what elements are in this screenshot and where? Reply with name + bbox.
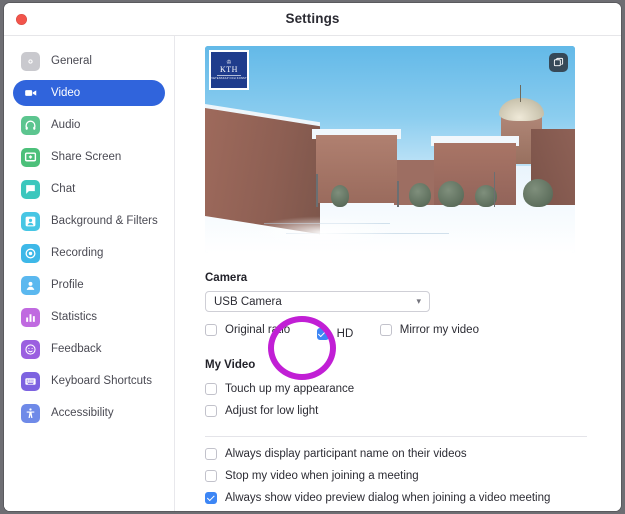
adjust-low-light-checkbox[interactable] [205,405,217,417]
sidebar-item-statistics[interactable]: Statistics [13,304,165,330]
smiley-icon [21,339,40,359]
share-screen-icon [21,147,40,167]
sidebar-item-label: Keyboard Shortcuts [51,375,153,387]
hd-label: HD [336,328,354,340]
center-building [316,135,398,204]
original-ratio-option[interactable]: Original ratio [205,319,290,341]
stop-video-joining-option[interactable]: Stop my video when joining a meeting [205,465,621,487]
sidebar-item-accessibility[interactable]: Accessibility [13,400,165,426]
display-participant-name-option[interactable]: Always display participant name on their… [205,443,621,465]
snow-highlight [249,215,398,249]
hd-checkbox[interactable] [316,328,329,340]
show-preview-dialog-label: Always show video preview dialog when jo… [225,492,551,504]
mirror-my-video-option[interactable]: Mirror my video [379,319,479,341]
sidebar-item-label: Statistics [51,311,98,323]
sidebar-item-label: Video [51,87,81,99]
mirror-my-video-label: Mirror my video [399,324,479,336]
tree [330,184,350,208]
kth-logo: ♔ KTH VETENSKAP OCH KONST [209,50,249,90]
sidebar-item-background-filters[interactable]: Background & Filters [13,208,165,234]
display-participant-name-label: Always display participant name on their… [225,448,467,460]
sidebar-item-general[interactable]: General [13,48,165,74]
stop-video-joining-label: Stop my video when joining a meeting [225,470,419,482]
chevron-down-icon: ▾ [416,296,421,306]
camera-select-value: USB Camera [214,295,282,308]
lamp-post [316,174,318,208]
section-divider [205,436,587,437]
sidebar-item-label: Recording [51,247,104,259]
sidebar-item-label: Feedback [51,343,102,355]
record-circle-icon [21,243,40,263]
title-bar: Settings [4,3,621,36]
keyboard-icon [21,371,40,391]
tree [438,180,464,208]
video-preview: ♔ KTH VETENSKAP OCH KONST [205,46,575,253]
adjust-low-light-option[interactable]: Adjust for low light [205,400,621,422]
settings-window: Settings General Video Audio Share Scree… [4,3,621,511]
kth-logo-subtext: VETENSKAP OCH KONST [211,76,247,80]
tree [523,178,553,208]
sidebar-item-share-screen[interactable]: Share Screen [13,144,165,170]
window-body: General Video Audio Share Screen Chat Ba… [4,36,621,511]
touch-up-appearance-option[interactable]: Touch up my appearance [205,378,621,400]
original-ratio-label: Original ratio [225,324,291,336]
sidebar-item-label: Profile [51,279,84,291]
picture-in-picture-icon[interactable] [549,53,568,72]
bar-chart-icon [21,307,40,327]
sidebar-item-label: Accessibility [51,407,114,419]
original-ratio-checkbox[interactable] [205,324,217,336]
camera-select[interactable]: USB Camera ▾ [205,291,430,312]
video-settings-panel: ♔ KTH VETENSKAP OCH KONST Camera USB Cam… [175,36,621,511]
sidebar-item-keyboard-shortcuts[interactable]: Keyboard Shortcuts [13,368,165,394]
sidebar-item-label: Audio [51,119,81,131]
stop-video-joining-checkbox[interactable] [205,470,217,482]
person-icon [21,275,40,295]
chat-bubble-icon [21,179,40,199]
headphones-icon [21,115,40,135]
kth-logo-text: KTH [220,64,238,74]
display-participant-name-checkbox[interactable] [205,448,217,460]
accessibility-icon [21,403,40,423]
spire [519,85,521,102]
tree [408,182,431,208]
adjust-low-light-label: Adjust for low light [225,405,319,417]
sidebar-item-label: Share Screen [51,151,122,163]
gear-icon [21,51,40,71]
sidebar-item-feedback[interactable]: Feedback [13,336,165,362]
lamp-post [397,180,399,208]
touch-up-appearance-checkbox[interactable] [205,383,217,395]
my-video-heading: My Video [205,359,256,371]
mirror-my-video-checkbox[interactable] [379,324,392,336]
sidebar-item-label: Chat [51,183,76,195]
camera-heading: Camera [205,272,248,284]
sidebar-item-profile[interactable]: Profile [13,272,165,298]
hd-option[interactable]: HD [316,323,354,345]
camera-options-row: Original ratio HD Mirror my video [205,319,621,345]
show-preview-dialog-option[interactable]: Always show video preview dialog when jo… [205,487,621,509]
settings-sidebar: General Video Audio Share Screen Chat Ba… [4,36,175,511]
person-frame-icon [21,211,40,231]
sidebar-item-chat[interactable]: Chat [13,176,165,202]
show-preview-dialog-checkbox[interactable] [205,492,217,504]
page-title: Settings [285,11,340,26]
sidebar-item-video[interactable]: Video [13,80,165,106]
sidebar-item-label: General [51,55,92,67]
video-camera-icon [21,84,40,103]
sidebar-item-audio[interactable]: Audio [13,112,165,138]
touch-up-appearance-label: Touch up my appearance [225,383,355,395]
lamp-post [493,172,496,208]
sidebar-item-recording[interactable]: Recording [13,240,165,266]
sidebar-item-label: Background & Filters [51,215,158,227]
